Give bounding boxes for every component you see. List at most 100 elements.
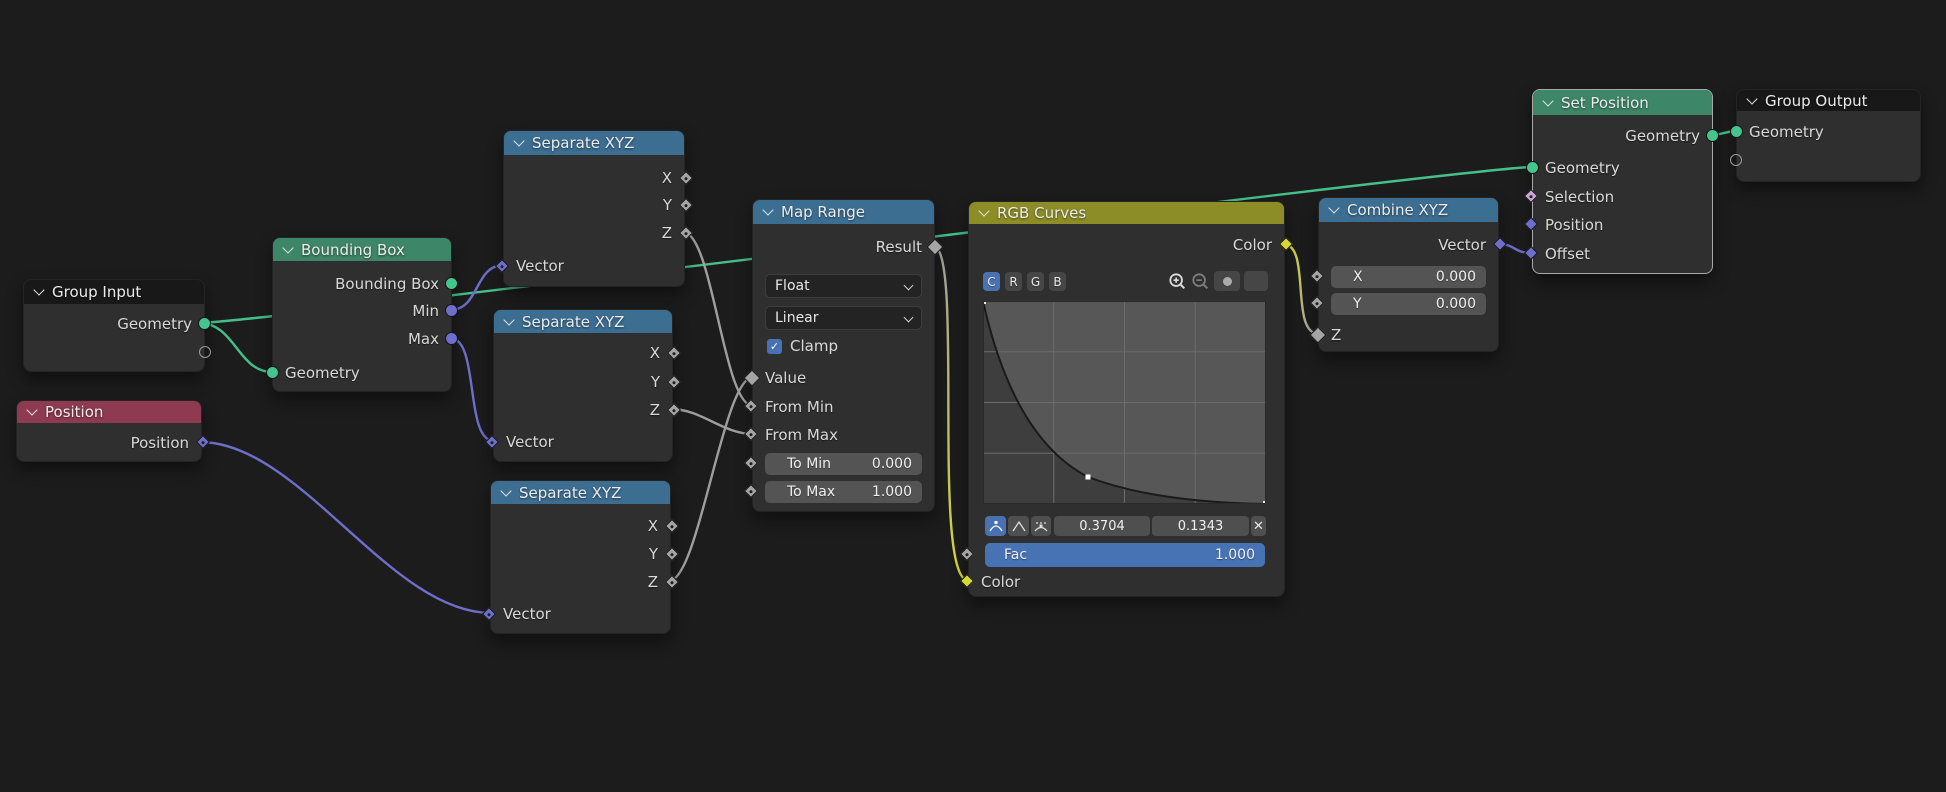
- channel-c-button[interactable]: C: [983, 272, 1000, 291]
- node-link: [671, 409, 753, 434]
- socket-label: Selection: [1545, 188, 1614, 206]
- node-header[interactable]: Position: [17, 401, 201, 423]
- field-value: 1.000: [1215, 547, 1255, 563]
- socket-label: Geometry: [285, 364, 360, 382]
- channel-r-button[interactable]: R: [1005, 272, 1022, 291]
- chevron-down-icon[interactable]: [978, 205, 989, 216]
- zoom-in-icon[interactable]: [1168, 272, 1187, 291]
- chevron-down-icon[interactable]: [282, 242, 293, 253]
- socket-max-output[interactable]: [445, 332, 458, 345]
- socket-label: Z: [650, 401, 660, 419]
- field-label: Y: [1353, 296, 1362, 312]
- zoom-out-icon[interactable]: [1191, 272, 1210, 291]
- handle-auto-button[interactable]: [985, 516, 1006, 536]
- node-title: Position: [45, 403, 103, 421]
- separate-xyz-node-3[interactable]: Separate XYZ X Y Z Vector: [490, 480, 671, 634]
- node-header[interactable]: Separate XYZ: [504, 131, 684, 155]
- socket-label: Geometry: [117, 315, 192, 333]
- chevron-down-icon: [904, 312, 914, 322]
- handle-vector-icon: [1012, 520, 1026, 532]
- point-y-field[interactable]: 0.1343: [1152, 516, 1249, 536]
- chevron-down-icon[interactable]: [1328, 202, 1339, 213]
- close-icon: ✕: [1253, 520, 1264, 533]
- field-value: 0.000: [1436, 296, 1476, 312]
- set-position-node[interactable]: Set Position Geometry Geometry Selection…: [1532, 89, 1713, 274]
- curve-widget[interactable]: [983, 301, 1266, 504]
- position-node[interactable]: Position Position: [16, 400, 202, 462]
- point-x-field[interactable]: 0.3704: [1054, 516, 1150, 536]
- node-header[interactable]: Group Input: [24, 280, 204, 304]
- socket-geometry-input[interactable]: [266, 366, 279, 379]
- socket-boundingbox-output[interactable]: [445, 277, 458, 290]
- node-link: [1283, 244, 1319, 334]
- clipping-options-button[interactable]: [1214, 271, 1240, 291]
- separate-xyz-node-2[interactable]: Separate XYZ X Y Z Vector: [493, 309, 673, 462]
- socket-geometry-output[interactable]: [1706, 129, 1719, 142]
- node-title: Group Output: [1765, 92, 1868, 110]
- channel-b-button[interactable]: B: [1049, 272, 1066, 291]
- socket-label: Position: [131, 434, 189, 452]
- field-value: 1.000: [872, 484, 912, 500]
- node-header[interactable]: Set Position: [1533, 90, 1712, 115]
- chevron-down-icon[interactable]: [1542, 95, 1553, 106]
- combine-xyz-node[interactable]: Combine XYZ Vector X 0.000 Y 0.000 Z: [1318, 197, 1499, 352]
- chevron-down-icon[interactable]: [503, 314, 514, 325]
- node-link: [450, 338, 494, 441]
- socket-min-output[interactable]: [445, 304, 458, 317]
- data-type-dropdown[interactable]: Float: [765, 274, 922, 298]
- chevron-down-icon[interactable]: [1746, 93, 1757, 104]
- curve-control-point[interactable]: [1086, 475, 1091, 480]
- socket-label: Color: [981, 573, 1020, 591]
- field-value: 0.000: [872, 456, 912, 472]
- socket-geometry-input[interactable]: [1526, 161, 1539, 174]
- to-max-field[interactable]: To Max 1.000: [765, 481, 922, 503]
- field-label: X: [1353, 269, 1363, 285]
- y-field[interactable]: Y 0.000: [1331, 293, 1486, 315]
- checkbox-checked-icon[interactable]: ✓: [767, 339, 782, 354]
- map-range-node[interactable]: Map Range Result Float Linear ✓ Clamp Va…: [752, 199, 935, 512]
- bounding-box-node[interactable]: Bounding Box Bounding Box Min Max Geomet…: [272, 237, 452, 392]
- chevron-down-icon[interactable]: [33, 284, 44, 295]
- node-header[interactable]: RGB Curves: [969, 202, 1284, 224]
- chevron-down-icon[interactable]: [500, 485, 511, 496]
- node-editor-canvas[interactable]: Group Input Geometry Position Position B…: [0, 0, 1946, 792]
- node-header[interactable]: Separate XYZ: [494, 310, 672, 333]
- node-title: Map Range: [781, 203, 865, 221]
- socket-virtual[interactable]: [1730, 154, 1742, 166]
- socket-label: Y: [651, 373, 660, 391]
- node-header[interactable]: Bounding Box: [273, 238, 451, 261]
- x-field[interactable]: X 0.000: [1331, 266, 1486, 288]
- socket-label: Vector: [503, 605, 551, 623]
- node-title: Set Position: [1561, 94, 1649, 112]
- socket-label: X: [648, 517, 658, 535]
- handle-auto-clamped-button[interactable]: [1031, 516, 1051, 536]
- socket-geometry-input[interactable]: [1730, 125, 1743, 138]
- socket-label: Max: [408, 330, 439, 348]
- to-min-field[interactable]: To Min 0.000: [765, 453, 922, 475]
- delete-point-button[interactable]: ✕: [1251, 516, 1266, 536]
- handle-vector-button[interactable]: [1008, 516, 1029, 536]
- curve-toolbar-right: [1168, 271, 1268, 291]
- socket-virtual[interactable]: [199, 346, 211, 358]
- fac-slider[interactable]: Fac 1.000: [985, 543, 1265, 567]
- separate-xyz-node-1[interactable]: Separate XYZ X Y Z Vector: [503, 130, 685, 287]
- group-output-node[interactable]: Group Output Geometry: [1736, 89, 1921, 182]
- curve-specials-menu-button[interactable]: [1244, 271, 1268, 291]
- clamp-checkbox-row: ✓ Clamp: [767, 335, 838, 357]
- node-header[interactable]: Group Output: [1737, 90, 1920, 111]
- rgb-curves-node[interactable]: RGB Curves Color C R G B: [968, 201, 1285, 597]
- interpolation-dropdown[interactable]: Linear: [765, 306, 922, 330]
- socket-label: From Min: [765, 398, 834, 416]
- node-header[interactable]: Map Range: [753, 200, 934, 224]
- chevron-down-icon[interactable]: [762, 204, 773, 215]
- output-row: Geometry: [36, 313, 192, 335]
- socket-label: Y: [663, 196, 672, 214]
- node-header[interactable]: Separate XYZ: [491, 481, 670, 504]
- chevron-down-icon[interactable]: [513, 135, 524, 146]
- node-header[interactable]: Combine XYZ: [1319, 198, 1498, 222]
- chevron-down-icon[interactable]: [26, 404, 37, 415]
- socket-geometry-output[interactable]: [198, 317, 211, 330]
- checkbox-label: Clamp: [790, 337, 838, 355]
- group-input-node[interactable]: Group Input Geometry: [23, 279, 205, 372]
- channel-g-button[interactable]: G: [1027, 272, 1044, 291]
